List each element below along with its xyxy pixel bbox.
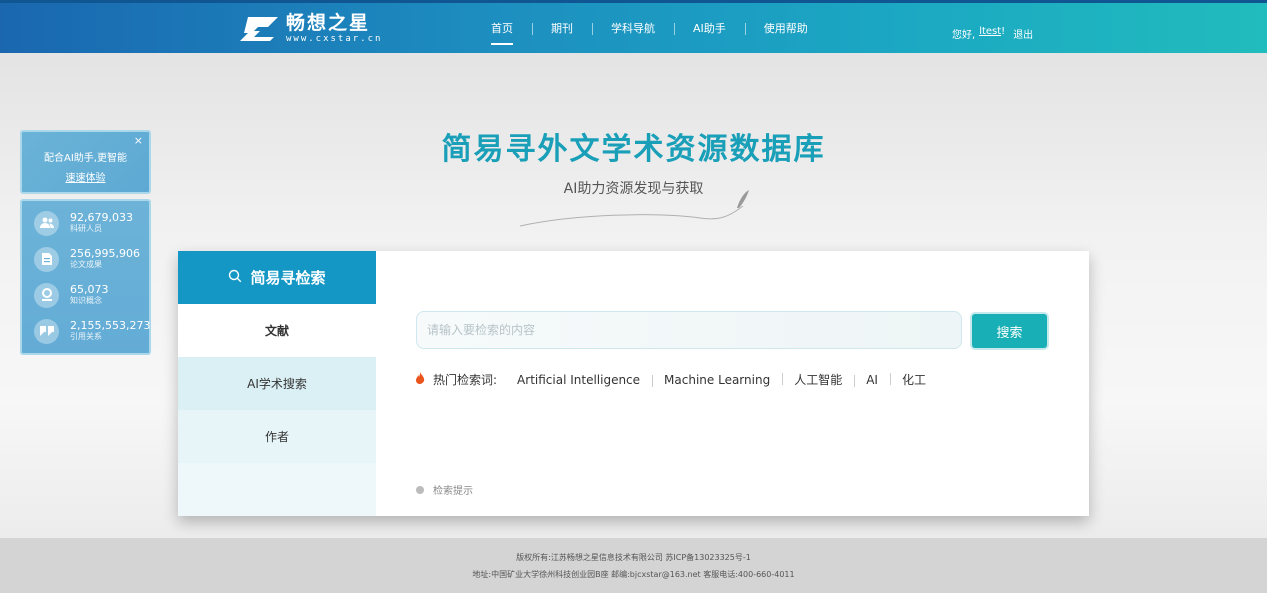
document-icon — [34, 246, 59, 272]
tab-literature[interactable]: 文献 — [178, 304, 376, 357]
logo-url: www.cxstar.cn — [286, 34, 383, 44]
pen-stroke-decoration — [519, 190, 749, 227]
stat-value: 65,073 — [70, 283, 109, 296]
greeting: 您好, — [952, 30, 976, 41]
users-icon — [34, 210, 59, 236]
hot-keyword[interactable]: Artificial Intelligence — [505, 373, 652, 387]
tab-author[interactable]: 作者 — [178, 410, 376, 463]
logo-name: 畅想之星 — [286, 12, 371, 34]
stats-panel: 92,679,033 科研人员 256,995,906 论文成果 65,073 … — [20, 199, 151, 355]
nav-ai-assistant[interactable]: AI助手 — [674, 22, 745, 36]
hot-keywords: 热门检索词: Artificial Intelligence Machine L… — [415, 371, 938, 388]
search-button[interactable]: 搜索 — [972, 314, 1047, 348]
nav-subjects[interactable]: 学科导航 — [592, 22, 674, 36]
hot-keyword[interactable]: Machine Learning — [652, 373, 782, 387]
search-tips-link[interactable]: 检索提示 — [416, 482, 473, 497]
info-dot-icon — [416, 485, 424, 494]
hot-keyword[interactable]: 人工智能 — [782, 371, 854, 388]
search-input[interactable] — [417, 312, 961, 348]
search-tips-text: 检索提示 — [433, 486, 473, 497]
flame-icon — [415, 372, 425, 387]
stat-value: 92,679,033 — [70, 211, 133, 224]
hot-keyword[interactable]: AI — [854, 373, 890, 387]
nav-journals[interactable]: 期刊 — [532, 22, 592, 36]
search-field — [416, 311, 962, 349]
stat-value: 256,995,906 — [70, 247, 140, 260]
site-logo[interactable]: 畅想之星 www.cxstar.cn — [238, 11, 382, 47]
search-sidebar: 简易寻检索 文献 AI学术搜索 作者 — [178, 251, 376, 516]
stat-value: 2,155,553,273 — [70, 319, 151, 332]
stat-concepts: 65,073 知识概念 — [34, 281, 109, 309]
stat-citations: 2,155,553,273 引用关系 — [34, 317, 150, 345]
page-footer: 版权所有:江苏畅想之星信息技术有限公司 苏ICP备13023325号-1 地址:… — [0, 538, 1267, 593]
concept-icon — [34, 282, 59, 308]
search-panel: 简易寻检索 文献 AI学术搜索 作者 搜索 热门检索词: Artificial … — [178, 251, 1089, 516]
search-icon — [228, 269, 242, 287]
stat-researchers: 92,679,033 科研人员 — [34, 209, 133, 237]
logout-link[interactable]: 退出 — [1013, 26, 1033, 41]
logo-icon — [238, 15, 280, 43]
footer-contact: 地址:中国矿业大学徐州科技创业园B座 邮编:bjcxstar@163.net 客… — [472, 570, 795, 579]
user-area: 您好, ltest ! 退出 — [952, 26, 1033, 41]
stat-label: 科研人员 — [70, 224, 102, 233]
main-nav: 首页 期刊 学科导航 AI助手 使用帮助 — [472, 19, 827, 45]
top-header: 畅想之星 www.cxstar.cn 首页 期刊 学科导航 AI助手 使用帮助 … — [0, 0, 1267, 53]
hot-label: 热门检索词: — [433, 373, 498, 387]
hero-title: 简易寻外文学术资源数据库 — [441, 132, 826, 167]
username-link[interactable]: ltest — [979, 26, 1001, 41]
stat-label: 论文成果 — [70, 260, 102, 269]
greeting-end: ! — [1001, 26, 1006, 37]
panel-title-text: 简易寻检索 — [250, 269, 326, 287]
stat-papers: 256,995,906 论文成果 — [34, 245, 140, 273]
tab-ai-search[interactable]: AI学术搜索 — [178, 357, 376, 410]
stat-label: 知识概念 — [70, 296, 102, 305]
stat-label: 引用关系 — [70, 332, 102, 341]
footer-copyright: 版权所有:江苏畅想之星信息技术有限公司 苏ICP备13023325号-1 — [516, 553, 751, 562]
nav-home[interactable]: 首页 — [472, 22, 532, 45]
nav-help[interactable]: 使用帮助 — [744, 22, 827, 36]
hot-keyword[interactable]: 化工 — [889, 371, 938, 388]
panel-title: 简易寻检索 — [178, 251, 376, 304]
quote-icon — [34, 318, 59, 344]
